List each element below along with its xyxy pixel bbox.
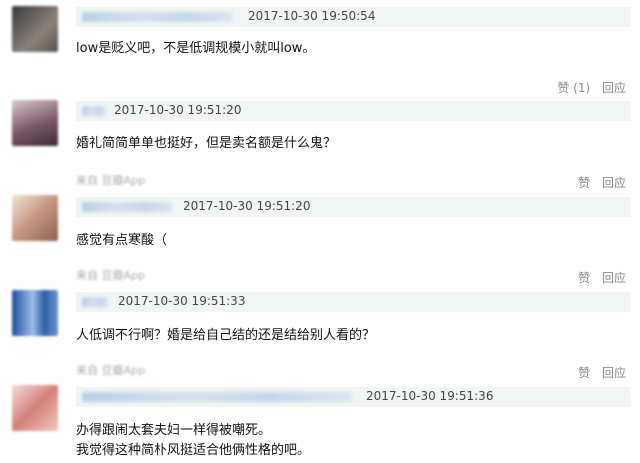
comment-actions: 赞 (1) 回应	[549, 79, 626, 96]
timestamp: 2017-10-30 19:51:20	[114, 103, 242, 117]
username[interactable]	[82, 392, 352, 402]
comment-header: 2017-10-30 19:51:36	[76, 387, 630, 407]
username[interactable]	[82, 106, 106, 116]
reply-button[interactable]: 回应	[602, 271, 626, 285]
username[interactable]	[82, 202, 172, 212]
timestamp: 2017-10-30 19:51:33	[118, 294, 246, 308]
comment-header: 2017-10-30 19:51:33	[76, 292, 630, 312]
comment-actions: 赞 回应	[570, 174, 626, 191]
username[interactable]	[82, 12, 232, 22]
comment-header: 2017-10-30 19:51:20	[76, 197, 630, 217]
comment-actions: 赞 回应	[570, 364, 626, 381]
comment-actions: 赞 回应	[570, 269, 626, 286]
avatar[interactable]	[12, 290, 58, 336]
avatar[interactable]	[12, 385, 58, 431]
like-button[interactable]: 赞	[578, 366, 590, 380]
comment-text: 人低调不行啊？婚是给自己结的还是结给别人看的？	[76, 328, 376, 343]
comment-text: 感觉有点寒酸（	[76, 233, 168, 248]
comment-header: 2017-10-30 19:50:54	[76, 7, 630, 27]
source-label: 来自 豆瓣App	[76, 174, 145, 187]
comment-text: 办得跟闹太套夫妇一样得被嘲死。	[76, 423, 272, 438]
comment-text: 婚礼简简单单也挺好，但是卖名额是什么鬼？	[76, 136, 337, 151]
username[interactable]	[82, 297, 108, 307]
timestamp: 2017-10-30 19:51:20	[183, 199, 311, 213]
reply-button[interactable]: 回应	[602, 81, 626, 95]
reply-button[interactable]: 回应	[602, 366, 626, 380]
comment-header: 2017-10-30 19:51:20	[76, 101, 630, 121]
avatar[interactable]	[12, 195, 58, 241]
comment-text: low是贬义吧，不是低调规模小就叫low。	[76, 41, 316, 56]
timestamp: 2017-10-30 19:51:36	[366, 389, 494, 403]
like-button[interactable]: 赞	[578, 271, 590, 285]
source-label: 来自 豆瓣App	[76, 269, 145, 282]
avatar[interactable]	[12, 6, 58, 52]
timestamp: 2017-10-30 19:50:54	[248, 9, 376, 23]
like-button[interactable]: 赞 (1)	[557, 81, 590, 95]
avatar[interactable]	[12, 100, 58, 146]
comment-text-line2: 我觉得这种简朴风挺适合他俩性格的吧。	[76, 443, 311, 458]
source-label: 来自 豆瓣App	[76, 364, 145, 377]
reply-button[interactable]: 回应	[602, 176, 626, 190]
like-button[interactable]: 赞	[578, 176, 590, 190]
